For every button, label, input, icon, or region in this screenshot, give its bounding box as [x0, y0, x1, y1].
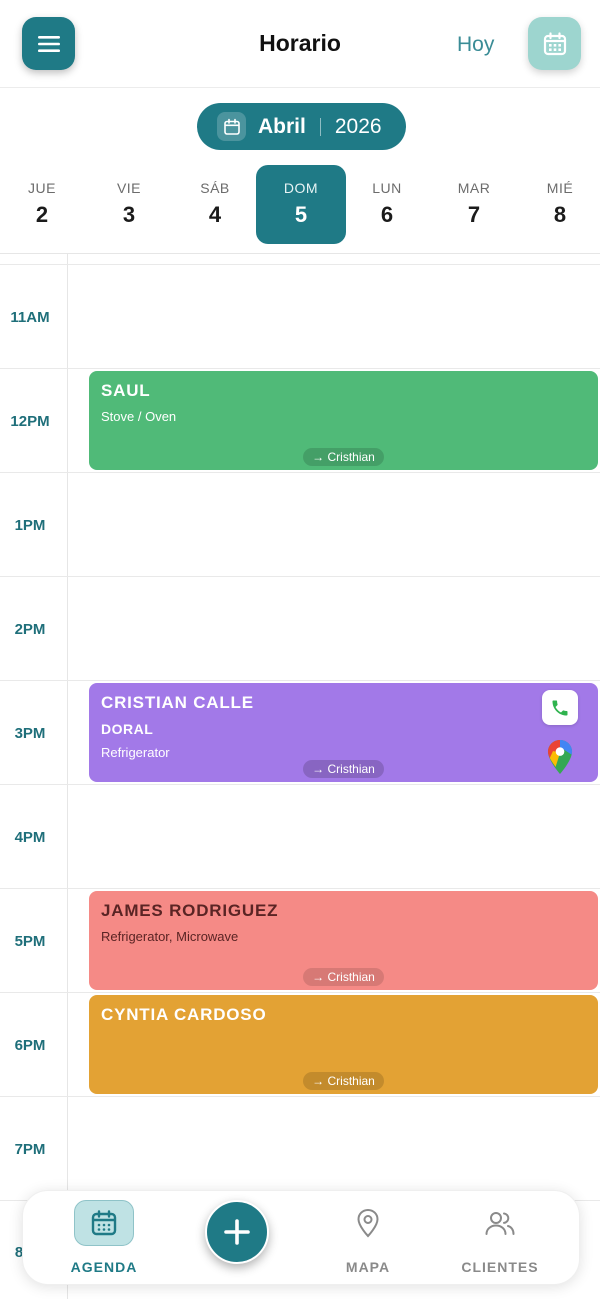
add-appointment-button[interactable]	[205, 1200, 269, 1264]
client-name: SAUL	[101, 381, 151, 400]
client-name: JAMES RODRIGUEZ	[101, 901, 279, 920]
nav-clientes[interactable]: CLIENTES	[445, 1191, 555, 1286]
day-name: DOM	[283, 180, 319, 196]
hour-label: 1PM	[14, 517, 46, 534]
week-day-strip: JUE 2 VIE 3 SÁB 4 DOM 5 LUN 6 MAR 7 MIÉ …	[0, 165, 600, 245]
calendar-icon	[217, 112, 246, 141]
hour-line	[0, 576, 600, 577]
hour-label: 2PM	[14, 621, 46, 638]
maps-button[interactable]	[546, 738, 574, 776]
appointment-card[interactable]: CYNTIA CARDOSO → Cristhian	[89, 995, 598, 1094]
service-text: Refrigerator	[101, 745, 170, 760]
day-number: 5	[294, 202, 308, 227]
plus-icon	[224, 1219, 250, 1245]
day-wed[interactable]: MIÉ 8	[515, 165, 600, 244]
nav-label: MAPA	[345, 1259, 391, 1275]
hour-line	[0, 888, 600, 889]
day-name: MIÉ	[546, 180, 574, 196]
day-number: 8	[553, 202, 567, 227]
location-text: DORAL	[101, 721, 154, 737]
day-name: SÁB	[200, 180, 230, 196]
nav-mapa[interactable]: MAPA	[313, 1191, 423, 1286]
hour-label: 5PM	[14, 933, 46, 950]
day-number: 4	[208, 202, 222, 227]
month-label: Abril	[258, 114, 306, 138]
nav-icon-container	[470, 1200, 530, 1246]
day-number: 2	[35, 202, 49, 227]
technician-badge: → Cristhian	[303, 760, 384, 778]
day-mon[interactable]: LUN 6	[342, 165, 432, 244]
client-name: CRISTIAN CALLE	[101, 693, 254, 712]
hour-line	[0, 472, 600, 473]
page-title: Horario	[259, 30, 341, 56]
appointment-card[interactable]: JAMES RODRIGUEZ Refrigerator, Microwave …	[89, 891, 598, 990]
nav-icon-container	[338, 1200, 398, 1246]
hour-line	[0, 1096, 600, 1097]
day-fri[interactable]: VIE 3	[84, 165, 174, 244]
hour-line	[0, 368, 600, 369]
call-button[interactable]	[542, 690, 578, 725]
day-number: 6	[380, 202, 394, 227]
hour-label: 11AM	[10, 309, 50, 326]
technician-badge: → Cristhian	[303, 1072, 384, 1090]
month-selector[interactable]: Abril 2026	[197, 103, 406, 150]
hour-label: 12PM	[10, 413, 50, 430]
nav-agenda[interactable]: AGENDA	[49, 1191, 159, 1286]
year-label: 2026	[334, 114, 382, 138]
hour-label: 4PM	[14, 829, 46, 846]
service-text: Stove / Oven	[101, 409, 177, 424]
day-name: MAR	[457, 180, 491, 196]
hour-label: 3PM	[14, 725, 46, 742]
hour-label: 7PM	[14, 1141, 46, 1158]
hour-line	[0, 264, 600, 265]
service-text: Refrigerator, Microwave	[101, 929, 239, 944]
day-tue[interactable]: MAR 7	[429, 165, 519, 244]
calendar-icon	[91, 1210, 117, 1236]
nav-icon-container	[74, 1200, 134, 1246]
day-thu[interactable]: JUE 2	[0, 165, 87, 244]
today-button[interactable]: Hoy	[457, 33, 494, 57]
technician-badge: → Cristhian	[303, 448, 384, 466]
hour-line	[0, 784, 600, 785]
map-pin-icon	[357, 1208, 379, 1238]
nav-label: CLIENTES	[461, 1259, 539, 1275]
divider	[319, 117, 321, 136]
appointment-card[interactable]: SAUL Stove / Oven → Cristhian	[89, 371, 598, 470]
users-icon	[485, 1212, 515, 1235]
phone-icon	[552, 700, 568, 715]
technician-badge: → Cristhian	[303, 968, 384, 986]
day-name: JUE	[28, 180, 56, 196]
bottom-navigation: AGENDA MAPA CLIENTES	[22, 1190, 580, 1285]
calendar-view-button[interactable]	[528, 17, 581, 70]
nav-label: AGENDA	[70, 1259, 138, 1275]
hour-line	[0, 992, 600, 993]
appointment-card[interactable]: CRISTIAN CALLE DORAL Refrigerator → Cris…	[89, 683, 598, 782]
day-number: 7	[467, 202, 481, 227]
calendar-icon	[543, 31, 566, 55]
top-bar: Horario Hoy	[0, 0, 600, 88]
day-number: 3	[122, 202, 136, 227]
day-name: LUN	[372, 180, 402, 196]
hour-label: 6PM	[14, 1037, 46, 1054]
hour-line	[0, 680, 600, 681]
day-sat[interactable]: SÁB 4	[170, 165, 260, 244]
day-sun-selected[interactable]: DOM 5	[256, 165, 346, 244]
google-maps-icon	[548, 740, 572, 774]
schedule-grid[interactable]: 11AM 12PM 1PM 2PM 3PM 4PM 5PM 6PM 7PM 8 …	[0, 254, 600, 1299]
client-name: CYNTIA CARDOSO	[101, 1005, 267, 1024]
day-name: VIE	[116, 180, 142, 196]
time-column-divider	[67, 254, 68, 1299]
